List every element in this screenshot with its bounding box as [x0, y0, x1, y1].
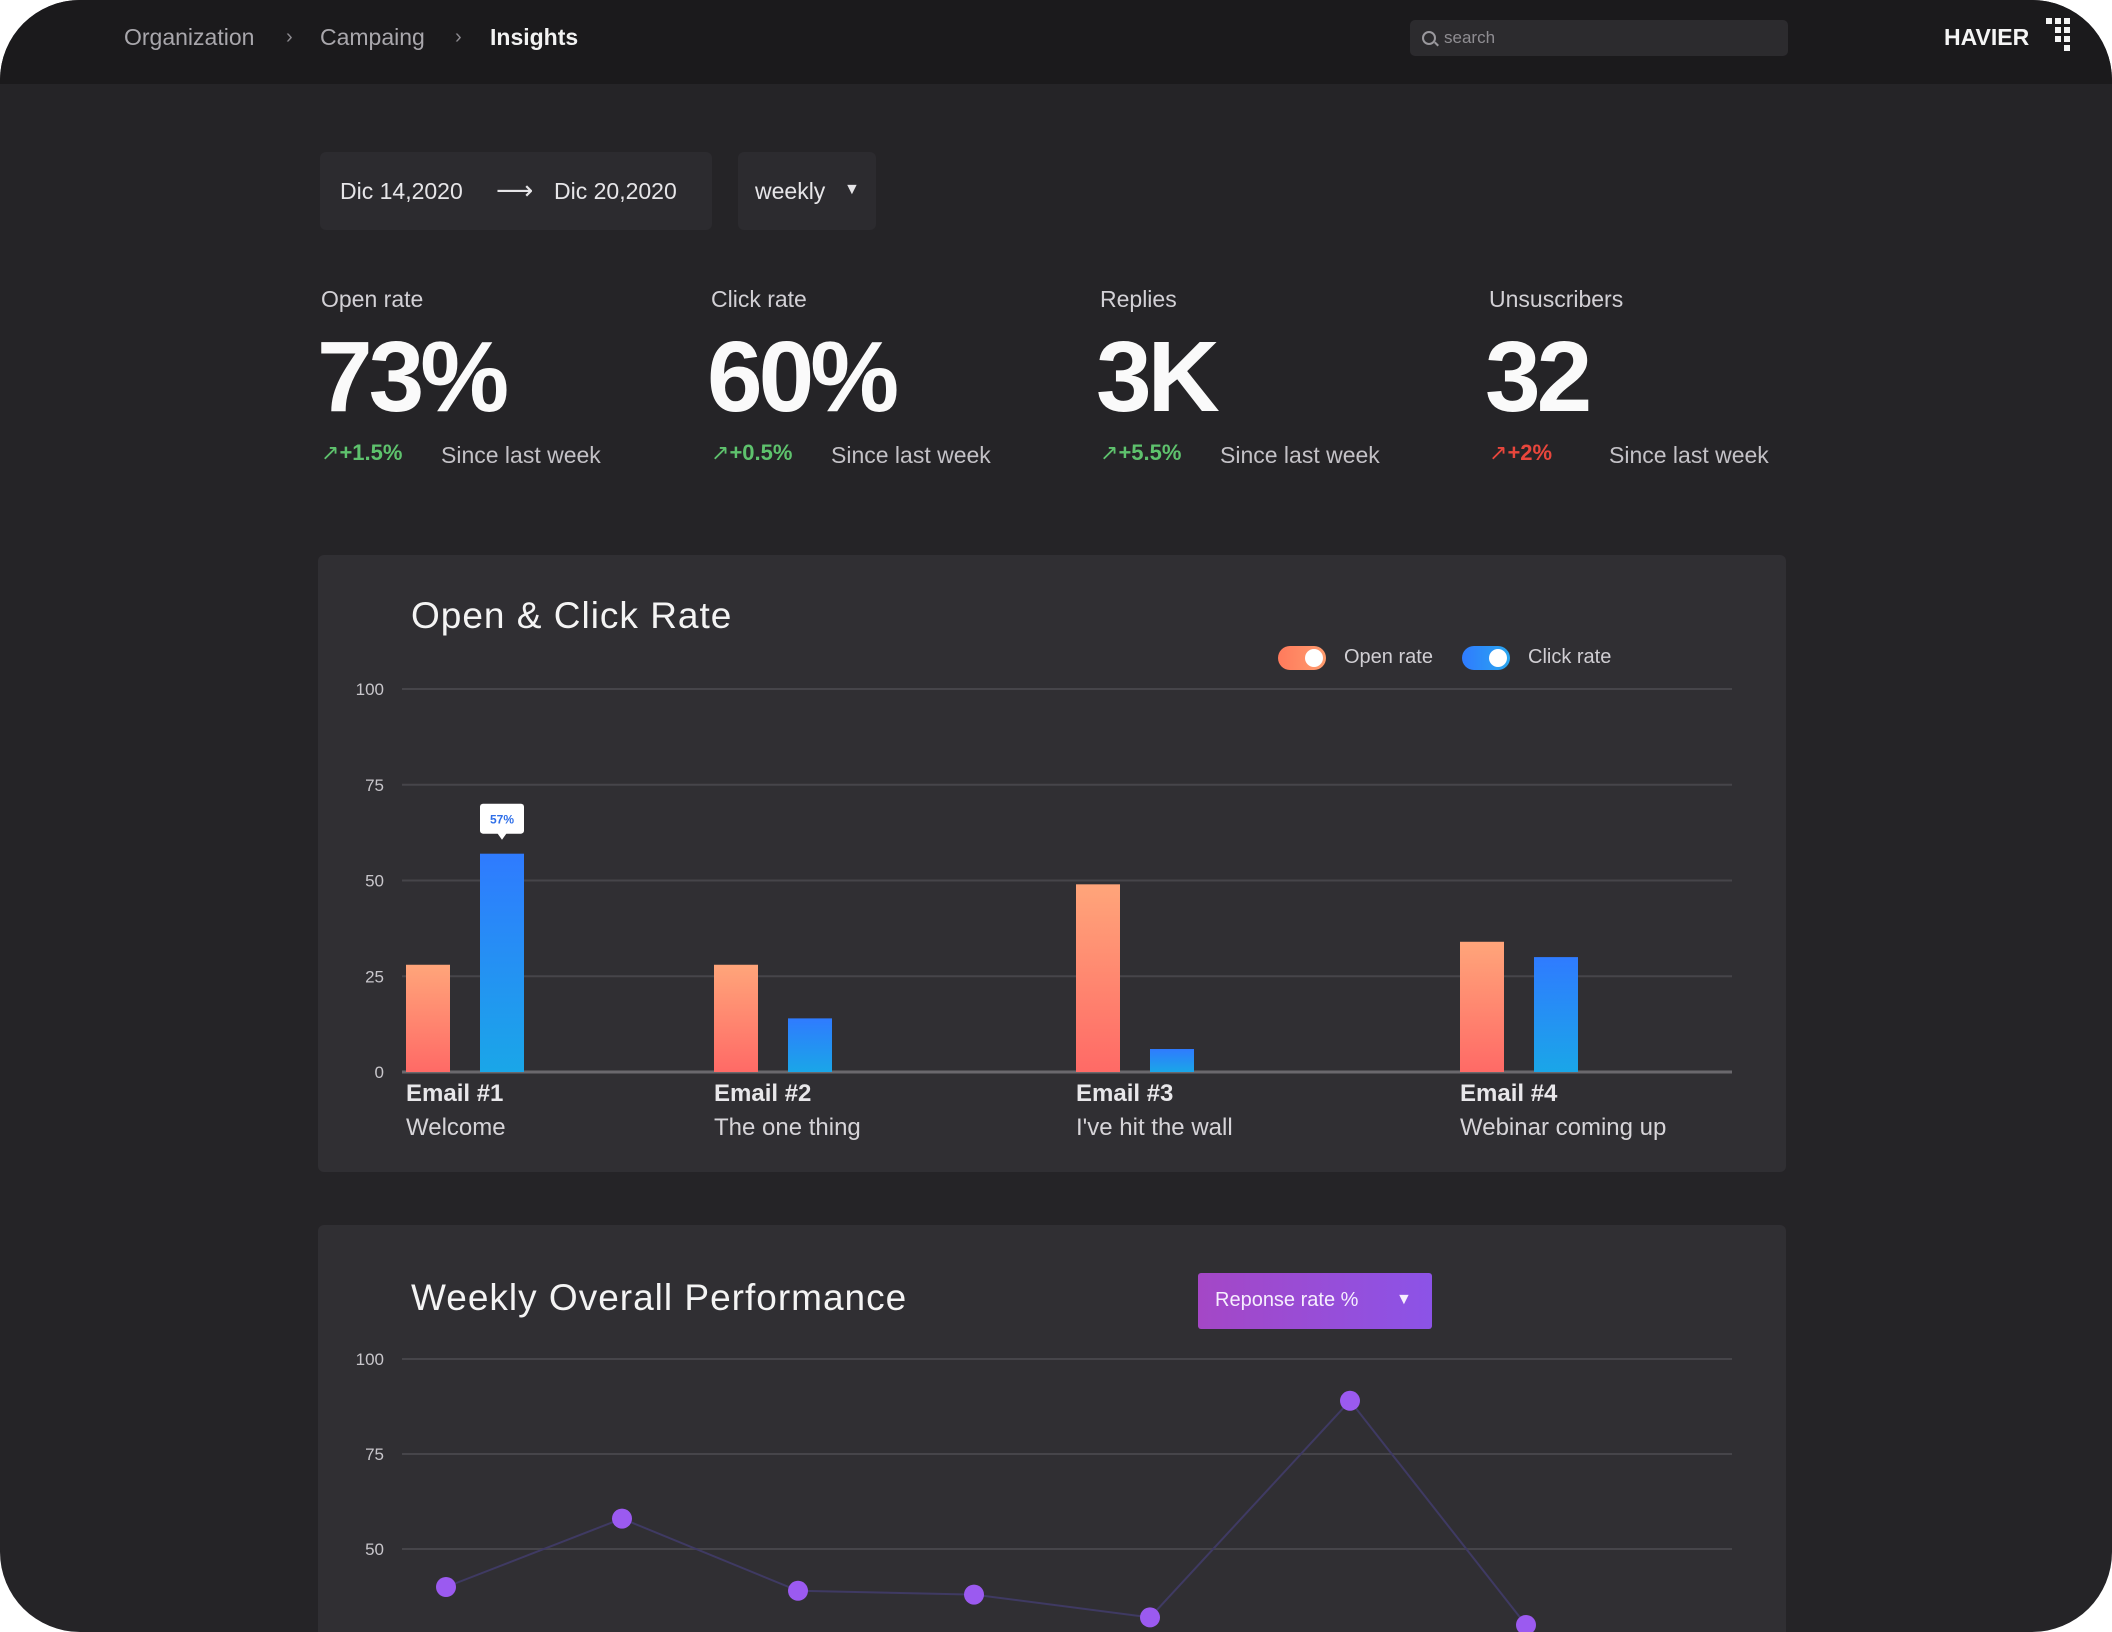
data-point[interactable] [964, 1584, 984, 1605]
arrow-right-icon: ⟶ [496, 175, 534, 205]
stat-replies: Replies 3K ↗+5.5% Since last week [1096, 282, 1460, 482]
caret-down-icon: ▼ [844, 181, 860, 198]
y-tick-label: 25 [365, 967, 384, 986]
stat-label: Unsuscribers [1489, 286, 1624, 312]
search-icon [1422, 31, 1436, 45]
date-range-picker[interactable]: Dic 14,2020 ⟶ Dic 20,2020 [320, 152, 712, 230]
breadcrumb-organization[interactable]: Organization [124, 24, 254, 51]
stat-click-rate: Click rate 60% ↗+0.5% Since last week [707, 282, 1071, 482]
open-rate-bar[interactable] [1076, 884, 1120, 1072]
search-box[interactable] [1410, 20, 1788, 56]
x-category-label: Email #2 [714, 1080, 811, 1107]
x-category-label: Email #1 [406, 1080, 503, 1107]
stat-value: 73% [317, 321, 509, 433]
top-bar: Organization › Campaing › Insights HAVIE… [0, 0, 2112, 84]
x-category-subtitle: The one thing [714, 1114, 861, 1141]
breadcrumb-campaign[interactable]: Campaing [320, 24, 425, 51]
open-rate-bar[interactable] [406, 964, 450, 1072]
y-tick-label: 50 [365, 872, 384, 891]
open-rate-bar[interactable] [1460, 941, 1504, 1072]
data-point[interactable] [1340, 1390, 1360, 1411]
trend-up-icon: ↗ [711, 440, 730, 465]
stat-open-rate: Open rate 73% ↗+1.5% Since last week [317, 282, 681, 482]
period-dropdown[interactable]: weekly ▼ [738, 152, 876, 230]
breadcrumb-separator: › [286, 26, 293, 48]
y-tick-label: 0 [375, 1063, 384, 1082]
stat-label: Click rate [711, 286, 807, 312]
brand-logo-text: HAVIER [1944, 24, 2030, 50]
weekly-line-chart: 50 75 100 [356, 1350, 1732, 1632]
x-category-subtitle: Webinar coming up [1460, 1114, 1666, 1141]
x-category-label: Email #4 [1460, 1080, 1558, 1107]
breadcrumb-insights: Insights [490, 24, 579, 50]
app-window: Organization › Campaing › Insights HAVIE… [0, 0, 2112, 1632]
click-rate-bar[interactable] [1150, 1049, 1194, 1072]
data-point[interactable] [1140, 1607, 1160, 1628]
stat-since: Since last week [1609, 442, 1769, 468]
stat-value: 3K [1096, 321, 1220, 433]
click-rate-bar[interactable] [788, 1018, 832, 1072]
click-rate-bar[interactable] [480, 853, 524, 1072]
open-click-rate-panel: Open & Click Rate Open rate Click rate 0… [318, 555, 1786, 1172]
open-rate-bar[interactable] [714, 964, 758, 1072]
breadcrumb-separator: › [455, 26, 462, 48]
date-end: Dic 20,2020 [554, 178, 677, 204]
y-tick-label: 75 [365, 1445, 384, 1464]
stat-value: 32 [1485, 321, 1592, 433]
stat-delta: ↗+2% [1489, 440, 1553, 465]
data-label-tooltip: 57% [480, 803, 524, 840]
brand-logo-mark-icon [2046, 18, 2070, 56]
y-tick-label: 75 [365, 776, 384, 795]
data-point[interactable] [436, 1577, 456, 1597]
click-rate-bar[interactable] [1534, 957, 1578, 1072]
stat-since: Since last week [1220, 442, 1380, 468]
period-dropdown-value: weekly [755, 178, 826, 204]
data-point[interactable] [612, 1508, 632, 1529]
y-tick-label: 100 [356, 680, 384, 699]
stat-unsubscribers: Unsuscribers 32 ↗+2% Since last week [1485, 282, 1849, 482]
stat-since: Since last week [831, 442, 991, 468]
y-tick-label: 100 [356, 1350, 384, 1369]
open-click-bar-chart: 0 25 50 75 100 Email #1 Welcome Email #2 The on… [356, 680, 1732, 1141]
search-input[interactable] [1442, 26, 1776, 50]
stat-delta: ↗+0.5% [711, 440, 793, 465]
tooltip-pointer [497, 832, 507, 840]
data-label: 57% [490, 813, 514, 827]
x-category-label: Email #3 [1076, 1080, 1173, 1107]
stat-value: 60% [707, 321, 899, 433]
x-category-subtitle: Welcome [406, 1114, 506, 1141]
y-tick-label: 50 [365, 1540, 384, 1559]
stat-delta: ↗+5.5% [1100, 440, 1182, 465]
trend-up-icon: ↗ [321, 440, 340, 465]
data-point[interactable] [788, 1580, 808, 1601]
trend-up-icon: ↗ [1489, 440, 1508, 465]
stat-since: Since last week [441, 442, 601, 468]
trend-up-icon: ↗ [1100, 440, 1119, 465]
series-line [445, 1399, 1527, 1626]
date-start: Dic 14,2020 [340, 178, 463, 204]
x-category-subtitle: I've hit the wall [1076, 1114, 1233, 1141]
stat-label: Open rate [321, 286, 424, 312]
weekly-performance-panel: Weekly Overall Performance Reponse rate … [318, 1225, 1786, 1632]
stat-delta: ↗+1.5% [321, 440, 403, 465]
stat-label: Replies [1100, 286, 1177, 312]
